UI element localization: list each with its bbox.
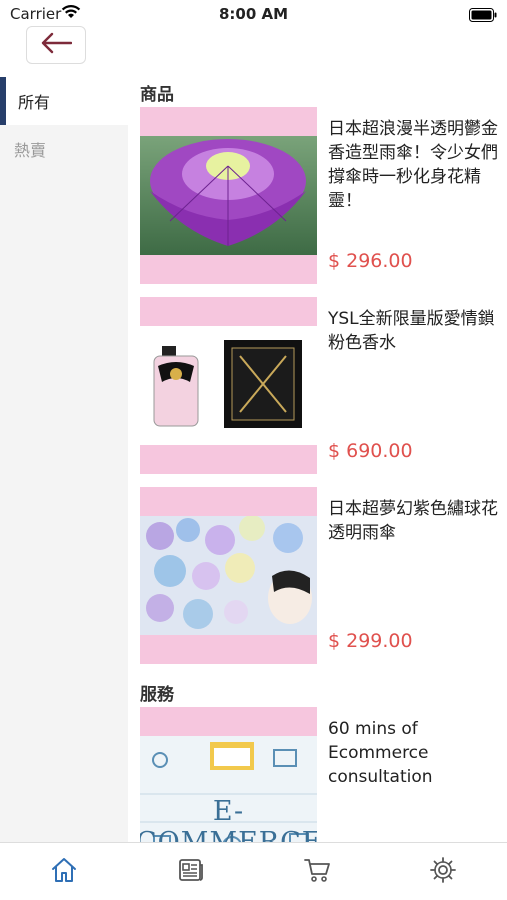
service-title: 60 mins of Ecommerce consultation bbox=[328, 719, 433, 787]
category-sidebar: 所有 熱賣 bbox=[0, 77, 128, 842]
list-item[interactable]: 日本超浪漫半透明鬱金香造型雨傘！令少女們撐傘時一秒化身花精靈！ $ 296.00 bbox=[128, 107, 507, 297]
product-image bbox=[140, 487, 317, 664]
battery-icon bbox=[469, 7, 497, 26]
tab-news[interactable] bbox=[176, 857, 206, 887]
status-bar: Carrier 8:00 AM bbox=[0, 0, 507, 28]
sidebar-item-label: 所有 bbox=[18, 93, 51, 112]
settings-icon bbox=[429, 856, 457, 888]
product-image bbox=[140, 297, 317, 474]
list-item[interactable]: YSL全新限量版愛情鎖粉色香水 $ 690.00 bbox=[128, 297, 507, 487]
product-title: 日本超夢幻紫色繡球花透明雨傘 bbox=[328, 499, 498, 543]
list-item[interactable]: 日本超夢幻紫色繡球花透明雨傘 $ 299.00 bbox=[128, 487, 507, 677]
tab-settings[interactable] bbox=[428, 857, 458, 887]
sidebar-item-label: 熱賣 bbox=[14, 141, 47, 160]
cart-icon bbox=[303, 856, 331, 888]
product-title: YSL全新限量版愛情鎖粉色香水 bbox=[328, 309, 495, 353]
clock: 8:00 AM bbox=[218, 5, 289, 23]
section-title-products: 商品 bbox=[140, 84, 174, 105]
product-price: $ 299.00 bbox=[328, 630, 413, 652]
arrow-left-icon bbox=[40, 32, 73, 58]
product-title: 日本超浪漫半透明鬱金香造型雨傘！令少女們撐傘時一秒化身花精靈！ bbox=[328, 119, 498, 211]
section-title-services: 服務 bbox=[140, 684, 174, 705]
tab-home[interactable] bbox=[49, 857, 79, 887]
tab-cart[interactable] bbox=[302, 857, 332, 887]
list-item[interactable]: E-COMMERCE 60 mins of Ecommerce consulta… bbox=[128, 707, 507, 842]
sidebar-item-all[interactable]: 所有 bbox=[0, 77, 128, 125]
product-price: $ 690.00 bbox=[328, 440, 413, 462]
product-image bbox=[140, 107, 317, 284]
home-icon bbox=[50, 856, 78, 888]
tab-bar bbox=[0, 842, 507, 900]
product-list: 商品 日本超浪漫半透明鬱金香造型雨傘！令少女們撐傘時一秒化身花精靈！ $ 296… bbox=[128, 77, 507, 842]
product-price: $ 296.00 bbox=[328, 250, 413, 272]
service-image: E-COMMERCE bbox=[140, 707, 317, 842]
news-icon bbox=[177, 856, 205, 888]
back-button[interactable] bbox=[26, 26, 86, 64]
sidebar-item-hot[interactable]: 熱賣 bbox=[0, 125, 128, 173]
service-image-text: E-COMMERCE bbox=[140, 796, 317, 842]
